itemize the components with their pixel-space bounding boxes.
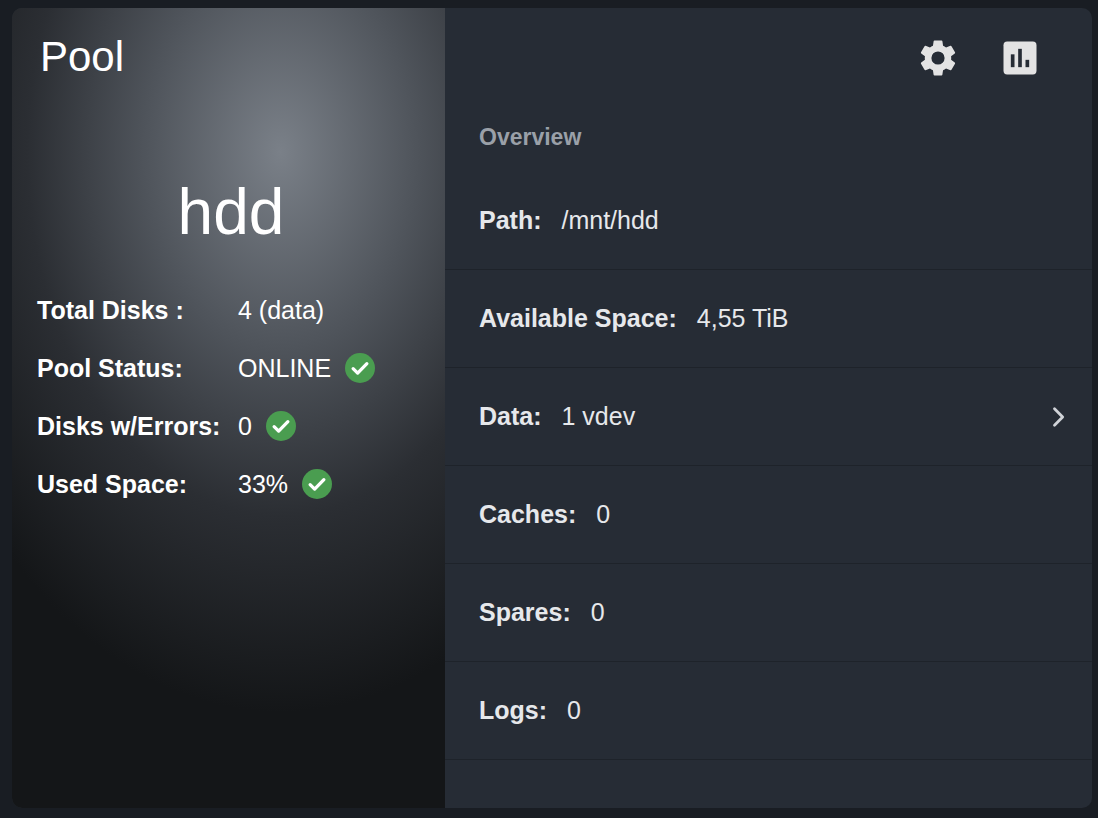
gear-icon[interactable]: [916, 36, 960, 80]
row-label: Spares:: [479, 598, 571, 627]
disk-photo-panel: Pool hdd Total Disks : 4 (data) Pool Sta…: [12, 8, 445, 808]
overview-row: Available Space: 4,55 TiB: [445, 270, 1092, 368]
page: Pool hdd Total Disks : 4 (data) Pool Sta…: [0, 0, 1098, 818]
stat-row: Pool Status: ONLINE: [37, 349, 425, 387]
row-label: Caches:: [479, 500, 576, 529]
toolbar: [445, 8, 1092, 108]
row-label: Available Space:: [479, 304, 677, 333]
stat-value: 4 (data): [238, 296, 324, 325]
row-value: 0: [596, 500, 1072, 529]
stat-label: Used Space:: [37, 470, 238, 499]
chevron-right-icon[interactable]: [1044, 403, 1072, 431]
row-value: /mnt/hdd: [562, 206, 1073, 235]
stat-label: Disks w/Errors:: [37, 412, 238, 441]
overview-row: Caches: 0: [445, 466, 1092, 564]
row-label: Logs:: [479, 696, 547, 725]
stat-value: 33%: [238, 470, 288, 499]
stat-label: Pool Status:: [37, 354, 238, 383]
pool-card: Pool hdd Total Disks : 4 (data) Pool Sta…: [12, 8, 1092, 808]
stat-label: Total Disks :: [37, 296, 238, 325]
row-value: 4,55 TiB: [697, 304, 1072, 333]
pool-stats: Total Disks : 4 (data) Pool Status: ONLI…: [37, 291, 425, 503]
row-value: 0: [567, 696, 1072, 725]
overview-row: Logs: 0: [445, 662, 1092, 760]
overview-row: Spares: 0: [445, 564, 1092, 662]
stat-row: Used Space: 33%: [37, 465, 425, 503]
row-value: 1 vdev: [562, 402, 1044, 431]
row-label: Path:: [479, 206, 542, 235]
overview-row[interactable]: Data: 1 vdev: [445, 368, 1092, 466]
check-circle-icon: [345, 353, 375, 383]
bar-chart-icon[interactable]: [998, 36, 1042, 80]
overview-panel: Overview Path: /mnt/hdd Available Space:…: [445, 8, 1092, 808]
check-circle-icon: [302, 469, 332, 499]
check-circle-icon: [266, 411, 296, 441]
card-title: Pool: [37, 32, 425, 82]
stat-row: Total Disks : 4 (data): [37, 291, 425, 329]
overview-heading: Overview: [445, 108, 1092, 172]
stat-value: ONLINE: [238, 354, 331, 383]
stat-row: Disks w/Errors: 0: [37, 407, 425, 445]
overview-row: Path: /mnt/hdd: [445, 172, 1092, 270]
pool-name: hdd: [37, 174, 425, 251]
overview-list: Path: /mnt/hdd Available Space: 4,55 TiB…: [445, 172, 1092, 760]
row-value: 0: [591, 598, 1072, 627]
stat-value: 0: [238, 412, 252, 441]
row-label: Data:: [479, 402, 542, 431]
